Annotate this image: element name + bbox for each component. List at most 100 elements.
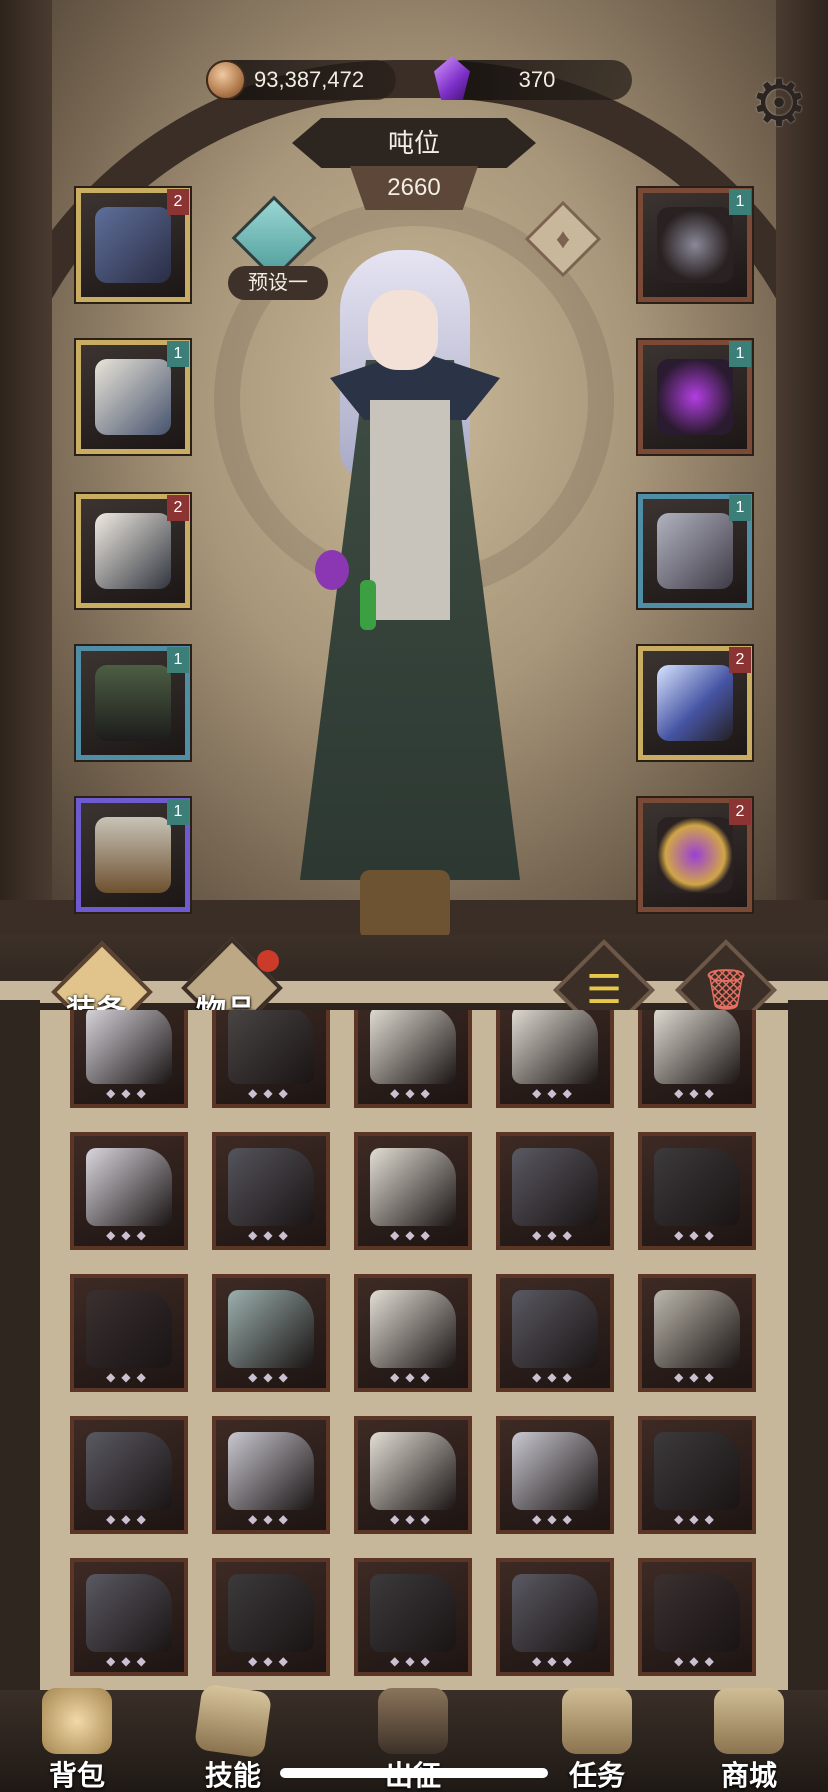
stat-title: 吨位 [292,118,536,168]
inventory-slot[interactable]: ◆◆◆ [354,1010,472,1108]
equip-slot-weapon[interactable]: 2 [638,646,752,760]
gear-item-icon [370,1432,456,1510]
gear-item-icon [370,1148,456,1226]
inventory-slot[interactable]: ◆◆◆ [354,1274,472,1392]
rune-sockets-icon: ◆◆◆ [390,1086,436,1100]
frame-left [0,0,52,960]
home-indicator[interactable] [280,1768,548,1778]
rune-sockets-icon: ◆◆◆ [674,1086,720,1100]
gear-item-icon [370,1574,456,1652]
gear-item-icon [512,1010,598,1084]
inventory-slot[interactable]: ◆◆◆ [354,1132,472,1250]
nav-quests[interactable]: 任务 [542,1688,652,1792]
cross-necklace-icon [657,207,733,283]
tier-badge: 2 [167,189,189,215]
gear-item-icon [654,1148,740,1226]
gear-item-icon [86,1148,172,1226]
gem-amount: 370 [518,67,556,92]
inventory-slot[interactable]: ◆◆◆ [638,1010,756,1108]
gear-item-icon [370,1290,456,1368]
rune-sockets-icon: ◆◆◆ [248,1086,294,1100]
inventory-slot[interactable]: ◆◆◆ [638,1132,756,1250]
rune-sockets-icon: ◆◆◆ [532,1370,578,1384]
rune-sockets-icon: ◆◆◆ [106,1654,152,1668]
gear-item-icon [654,1010,740,1084]
equip-slot-gauntlet[interactable]: 2 [76,494,190,608]
gear-item-icon [370,1010,456,1084]
equip-slot-boots[interactable]: 1 [76,798,190,912]
gear-item-icon [86,1290,172,1368]
rune-sockets-icon: ◆◆◆ [106,1512,152,1526]
inventory-slot[interactable]: ◆◆◆ [638,1274,756,1392]
pants-icon [95,665,171,741]
nav-label: 商城 [720,1760,777,1791]
gold-currency[interactable]: 93,387,472 [206,60,396,100]
equip-slot-cloak[interactable]: 1 [76,340,190,454]
nav-backpack[interactable]: 背包 [22,1688,132,1792]
gear-item-icon [228,1148,314,1226]
rune-sockets-icon: ◆◆◆ [248,1654,294,1668]
nav-label: 背包 [48,1760,105,1791]
rune-sockets-icon: ◆◆◆ [674,1228,720,1242]
nav-shop[interactable]: 商城 [694,1688,804,1792]
inventory-slot[interactable]: ◆◆◆ [212,1558,330,1676]
gear-item-icon [512,1290,598,1368]
inventory-slot[interactable]: ◆◆◆ [70,1274,188,1392]
inventory-slot[interactable]: ◆◆◆ [212,1132,330,1250]
rune-sockets-icon: ◆◆◆ [674,1370,720,1384]
sword-icon [657,665,733,741]
nav-label: 技能 [204,1760,261,1791]
inventory-slot[interactable]: ◆◆◆ [496,1010,614,1108]
rune-sockets-icon: ◆◆◆ [674,1512,720,1526]
equip-slot-amulet[interactable]: 2 [76,188,190,302]
gear-item-icon [654,1290,740,1368]
shop-icon [714,1688,784,1754]
gear-item-icon [228,1290,314,1368]
inventory-slot[interactable]: ◆◆◆ [70,1132,188,1250]
cloak-icon [95,359,171,435]
inventory-slot[interactable]: ◆◆◆ [354,1558,472,1676]
inventory-slot[interactable]: ◆◆◆ [638,1558,756,1676]
gold-amount: 93,387,472 [254,67,365,92]
inventory-slot[interactable]: ◆◆◆ [212,1274,330,1392]
inventory-slot[interactable]: ◆◆◆ [496,1132,614,1250]
rune-sockets-icon: ◆◆◆ [106,1086,152,1100]
equip-slot-relic[interactable]: 2 [638,798,752,912]
tier-badge: 1 [167,341,189,367]
nav-skills[interactable]: 技能 [178,1683,288,1792]
equip-slot-pants[interactable]: 1 [76,646,190,760]
tier-badge: 1 [729,189,751,215]
inventory-slot[interactable]: ◆◆◆ [354,1416,472,1534]
inventory-slot[interactable]: ◆◆◆ [638,1416,756,1534]
quest-scroll-icon [562,1688,632,1754]
rune-sockets-icon: ◆◆◆ [390,1654,436,1668]
gear-item-icon [512,1148,598,1226]
rune-sockets-icon: ◆◆◆ [390,1512,436,1526]
inventory-slot[interactable]: ◆◆◆ [496,1558,614,1676]
chain-bracer-icon [657,513,733,589]
gear-item-icon [654,1574,740,1652]
gauntlet-icon [95,513,171,589]
equip-slot-necklace[interactable]: 1 [638,188,752,302]
gear-item-icon [86,1574,172,1652]
inventory-slot[interactable]: ◆◆◆ [70,1010,188,1108]
rune-sockets-icon: ◆◆◆ [532,1654,578,1668]
tier-badge: 1 [729,495,751,521]
tier-badge: 2 [729,647,751,673]
notification-dot [257,950,279,972]
inventory-slot[interactable]: ◆◆◆ [212,1416,330,1534]
gear-icon[interactable]: ⚙ [746,70,812,136]
gear-item-icon [86,1010,172,1084]
equip-slot-bracer[interactable]: 1 [638,494,752,608]
inventory-slot[interactable]: ◆◆◆ [212,1010,330,1108]
inventory-frame-right [788,1000,828,1700]
inventory-slot[interactable]: ◆◆◆ [496,1274,614,1392]
rune-sockets-icon: ◆◆◆ [248,1512,294,1526]
inventory-slot[interactable]: ◆◆◆ [496,1416,614,1534]
equip-slot-ring[interactable]: 1 [638,340,752,454]
inventory-slot[interactable]: ◆◆◆ [70,1558,188,1676]
rune-sockets-icon: ◆◆◆ [532,1228,578,1242]
rune-sockets-icon: ◆◆◆ [248,1370,294,1384]
gem-currency[interactable]: 370 [434,56,632,100]
inventory-slot[interactable]: ◆◆◆ [70,1416,188,1534]
